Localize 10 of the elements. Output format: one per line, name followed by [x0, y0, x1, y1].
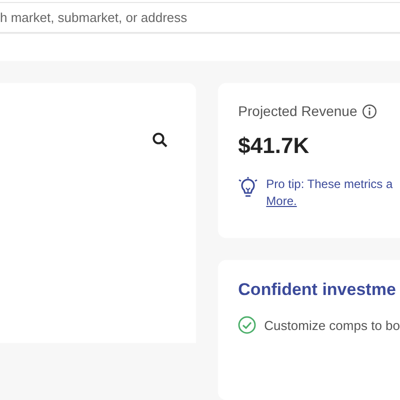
search-icon[interactable]: [152, 132, 168, 148]
investment-title: Confident investme: [238, 280, 397, 300]
info-icon[interactable]: [362, 104, 378, 118]
revenue-label: Projected Revenue: [238, 103, 358, 119]
feature-text: Customize comps to bo: [264, 318, 400, 332]
revenue-value: $41.7K: [238, 133, 310, 159]
pro-tip-text: Pro tip: These metrics a: [266, 177, 393, 191]
search-field[interactable]: h market, submarket, or address: [0, 2, 400, 33]
lightbulb-icon: [238, 177, 258, 199]
more-link[interactable]: More.: [266, 194, 297, 208]
